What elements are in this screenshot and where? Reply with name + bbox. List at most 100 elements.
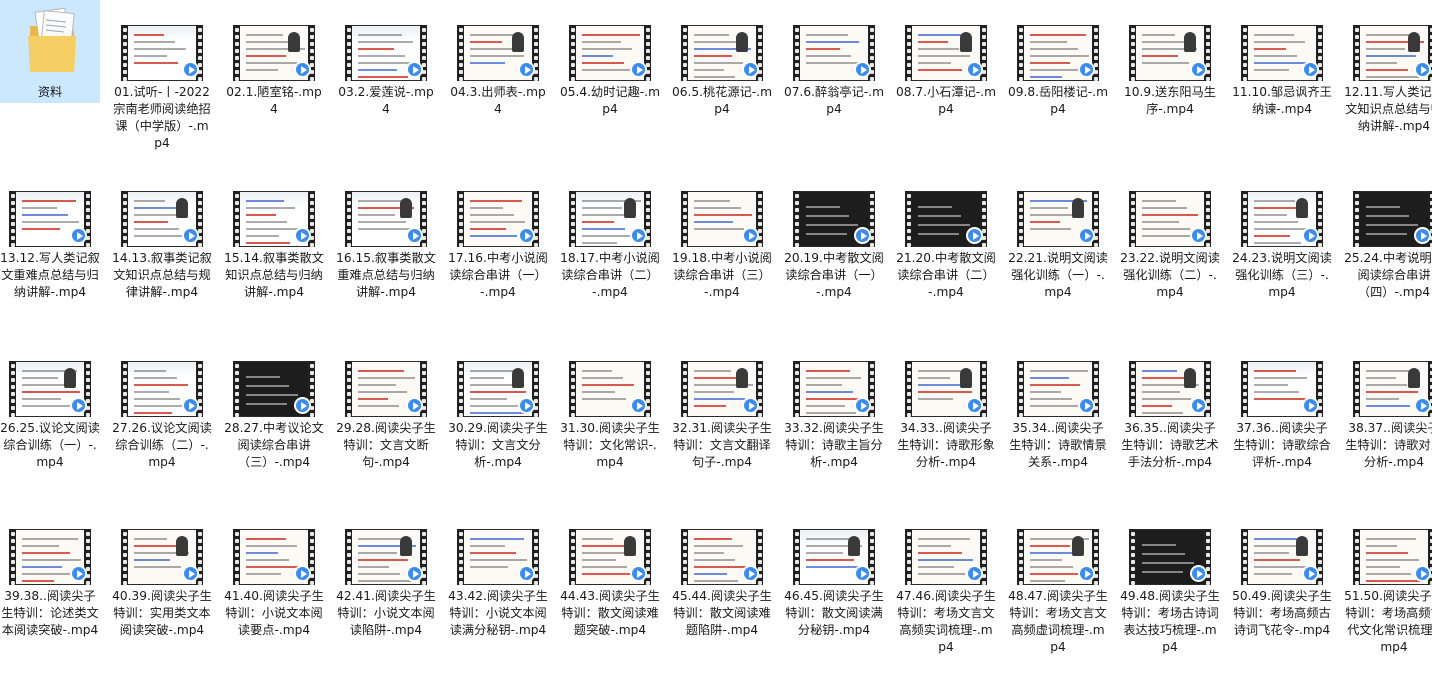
video-file-item[interactable]: 32.31.阅读尖子生特训：文言文翻译句子-.mp4	[672, 338, 772, 506]
video-file-item[interactable]: 45.44.阅读尖子生特训：散文阅读难题陷阱-.mp4	[672, 506, 772, 692]
video-file-name: 07.6.醉翁亭记-.mp4	[784, 85, 884, 116]
video-file-item[interactable]: 10.9.送东阳马生序-.mp4	[1120, 2, 1220, 168]
video-file-item[interactable]: 14.13.叙事类记叙文知识点总结与规律讲解-.mp4	[112, 168, 212, 338]
video-file-name: 21.20.中考散文阅读综合串讲（二）-.mp4	[896, 251, 996, 299]
video-file-item[interactable]: 50.49.阅读尖子生特训：考场高频古诗词飞花令-.mp4	[1232, 506, 1332, 692]
video-file-item[interactable]: 43.42.阅读尖子生特训：小说文本阅读满分秘钥-.mp4	[448, 506, 548, 692]
video-file-item[interactable]: 22.21.说明文阅读强化训练（一）-.mp4	[1008, 168, 1108, 338]
video-file-item[interactable]: 07.6.醉翁亭记-.mp4	[784, 2, 884, 168]
video-file-item[interactable]: 42.41.阅读尖子生特训：小说文本阅读陷阱-.mp4	[336, 506, 436, 692]
video-file-item[interactable]: 41.40.阅读尖子生特训：小说文本阅读要点-.mp4	[224, 506, 324, 692]
film-sprocket	[1129, 361, 1136, 417]
video-file-item[interactable]: 09.8.岳阳楼记-.mp4	[1008, 2, 1108, 168]
video-file-item[interactable]: 03.2.爱莲说-.mp4	[336, 2, 436, 168]
video-thumbnail	[121, 191, 203, 247]
play-badge-icon	[518, 227, 535, 244]
teacher-figure	[512, 32, 524, 52]
video-file-item[interactable]: 15.14.叙事类散文知识点总结与归纳讲解-.mp4	[224, 168, 324, 338]
video-thumbnail	[1241, 361, 1323, 417]
film-sprocket	[793, 191, 800, 247]
play-badge-icon	[630, 397, 647, 414]
video-file-item[interactable]: 11.10.邹忌讽齐王纳谏-.mp4	[1232, 2, 1332, 168]
video-file-item[interactable]: 28.27.中考议论文阅读综合串讲（三）-.mp4	[224, 338, 324, 506]
video-file-name: 26.25.议论文阅读综合训练（一）-.mp4	[0, 421, 100, 469]
video-thumbnail	[233, 361, 315, 417]
teacher-figure	[512, 368, 524, 388]
video-file-item[interactable]: 27.26.议论文阅读综合训练（二）-.mp4	[112, 338, 212, 506]
folder-item[interactable]: 资料	[0, 0, 100, 103]
video-file-name: 15.14.叙事类散文知识点总结与归纳讲解-.mp4	[224, 251, 324, 299]
video-thumbnail	[121, 361, 203, 417]
teacher-figure	[960, 32, 972, 52]
video-file-item[interactable]: 18.17.中考小说阅读综合串讲（二）-.mp4	[560, 168, 660, 338]
video-file-item[interactable]: 01.试听-丨-2022宗南老师阅读绝招课（中学版）-.mp4	[112, 2, 212, 168]
video-file-item[interactable]: 20.19.中考散文阅读综合串讲（一）-.mp4	[784, 168, 884, 338]
play-badge-icon	[1190, 61, 1207, 78]
play-badge-icon	[854, 397, 871, 414]
play-badge-icon	[630, 61, 647, 78]
play-badge-icon	[70, 397, 87, 414]
film-sprocket	[1241, 361, 1248, 417]
video-file-item[interactable]: 39.38..阅读尖子生特训：论述类文本阅读突破-.mp4	[0, 506, 100, 692]
video-file-item[interactable]: 08.7.小石潭记-.mp4	[896, 2, 996, 168]
video-file-item[interactable]: 34.33..阅读尖子生特训：诗歌形象分析-.mp4	[896, 338, 996, 506]
video-file-item[interactable]: 19.18.中考小说阅读综合串讲（三）-.mp4	[672, 168, 772, 338]
video-file-item[interactable]: 16.15.叙事类散文重难点总结与归纳讲解-.mp4	[336, 168, 436, 338]
video-file-item[interactable]: 06.5.桃花源记-.mp4	[672, 2, 772, 168]
video-file-name: 40.39.阅读尖子生特训：实用类文本阅读突破-.mp4	[112, 589, 212, 637]
video-file-item[interactable]: 51.50.阅读尖子生特训：考场高频古代文化常识梳理-.mp4	[1344, 506, 1432, 692]
video-thumbnail	[9, 361, 91, 417]
play-badge-icon	[1302, 565, 1319, 582]
video-file-item[interactable]: 04.3.出师表-.mp4	[448, 2, 548, 168]
video-file-item[interactable]: 44.43.阅读尖子生特训：散文阅读难题突破-.mp4	[560, 506, 660, 692]
video-file-item[interactable]: 29.28.阅读尖子生特训：文言文断句-.mp4	[336, 338, 436, 506]
video-file-item[interactable]: 46.45.阅读尖子生特训：散文阅读满分秘钥-.mp4	[784, 506, 884, 692]
teacher-figure	[624, 536, 636, 556]
video-file-item[interactable]: 31.30.阅读尖子生特训：文化常识-.mp4	[560, 338, 660, 506]
video-file-item[interactable]: 37.36..阅读尖子生特训：诗歌综合评析-.mp4	[1232, 338, 1332, 506]
video-file-item[interactable]: 24.23.说明文阅读强化训练（三）-.mp4	[1232, 168, 1332, 338]
video-file-item[interactable]: 13.12.写人类记叙文重难点总结与归纳讲解-.mp4	[0, 168, 100, 338]
film-sprocket	[793, 529, 800, 585]
video-file-item[interactable]: 35.34..阅读尖子生特训：诗歌情景关系-.mp4	[1008, 338, 1108, 506]
teacher-figure	[400, 536, 412, 556]
video-thumbnail	[569, 361, 651, 417]
video-file-item[interactable]: 05.4.幼时记趣-.mp4	[560, 2, 660, 168]
video-file-item[interactable]: 21.20.中考散文阅读综合串讲（二）-.mp4	[896, 168, 996, 338]
video-file-item[interactable]: 49.48.阅读尖子生特训：考场古诗词表达技巧梳理-.mp4	[1120, 506, 1220, 692]
video-file-item[interactable]: 30.29.阅读尖子生特训：文言文分析-.mp4	[448, 338, 548, 506]
play-badge-icon	[1078, 227, 1095, 244]
video-file-item[interactable]: 40.39.阅读尖子生特训：实用类文本阅读突破-.mp4	[112, 506, 212, 692]
video-file-item[interactable]: 12.11.写人类记叙文知识点总结与归纳讲解-.mp4	[1344, 2, 1432, 168]
video-thumbnail	[1241, 191, 1323, 247]
video-file-item[interactable]: 26.25.议论文阅读综合训练（一）-.mp4	[0, 338, 100, 506]
video-file-item[interactable]: 48.47.阅读尖子生特训：考场文言文高频虚词梳理-.mp4	[1008, 506, 1108, 692]
video-thumbnail	[1353, 191, 1432, 247]
video-file-item[interactable]: 02.1.陋室铭-.mp4	[224, 2, 324, 168]
video-file-item[interactable]: 36.35..阅读尖子生特训：诗歌艺术手法分析-.mp4	[1120, 338, 1220, 506]
video-file-item[interactable]: 47.46.阅读尖子生特训：考场文言文高频实词梳理-.mp4	[896, 506, 996, 692]
video-file-item[interactable]: 33.32.阅读尖子生特训：诗歌主旨分析-.mp4	[784, 338, 884, 506]
video-thumbnail	[1017, 361, 1099, 417]
video-file-item[interactable]: 23.22.说明文阅读强化训练（二）-.mp4	[1120, 168, 1220, 338]
teacher-figure	[1072, 198, 1084, 218]
video-file-name: 32.31.阅读尖子生特训：文言文翻译句子-.mp4	[672, 421, 772, 469]
video-file-item[interactable]: 38.37..阅读尖子生特训：诗歌对比分析-.mp4	[1344, 338, 1432, 506]
play-badge-icon	[966, 565, 983, 582]
video-file-item[interactable]: 17.16.中考小说阅读综合串讲（一）-.mp4	[448, 168, 548, 338]
video-file-item[interactable]: 25.24.中考说明文阅读综合串讲（四）-.mp4	[1344, 168, 1432, 338]
video-file-name: 02.1.陋室铭-.mp4	[226, 85, 322, 116]
video-file-name: 38.37..阅读尖子生特训：诗歌对比分析-.mp4	[1345, 421, 1432, 469]
video-thumbnail	[1017, 25, 1099, 81]
film-sprocket	[681, 361, 688, 417]
play-badge-icon	[294, 227, 311, 244]
play-badge-icon	[406, 397, 423, 414]
video-thumbnail	[1129, 361, 1211, 417]
film-sprocket	[1129, 25, 1136, 81]
video-thumbnail	[9, 529, 91, 585]
film-sprocket	[233, 361, 240, 417]
video-file-name: 28.27.中考议论文阅读综合串讲（三）-.mp4	[224, 421, 324, 469]
video-thumbnail	[793, 361, 875, 417]
file-grid: 资料 01.试听-丨-2022宗南老师阅读绝招课（中学版）-.mp4 02.1.陋…	[0, 0, 1432, 690]
video-thumbnail	[1353, 529, 1432, 585]
